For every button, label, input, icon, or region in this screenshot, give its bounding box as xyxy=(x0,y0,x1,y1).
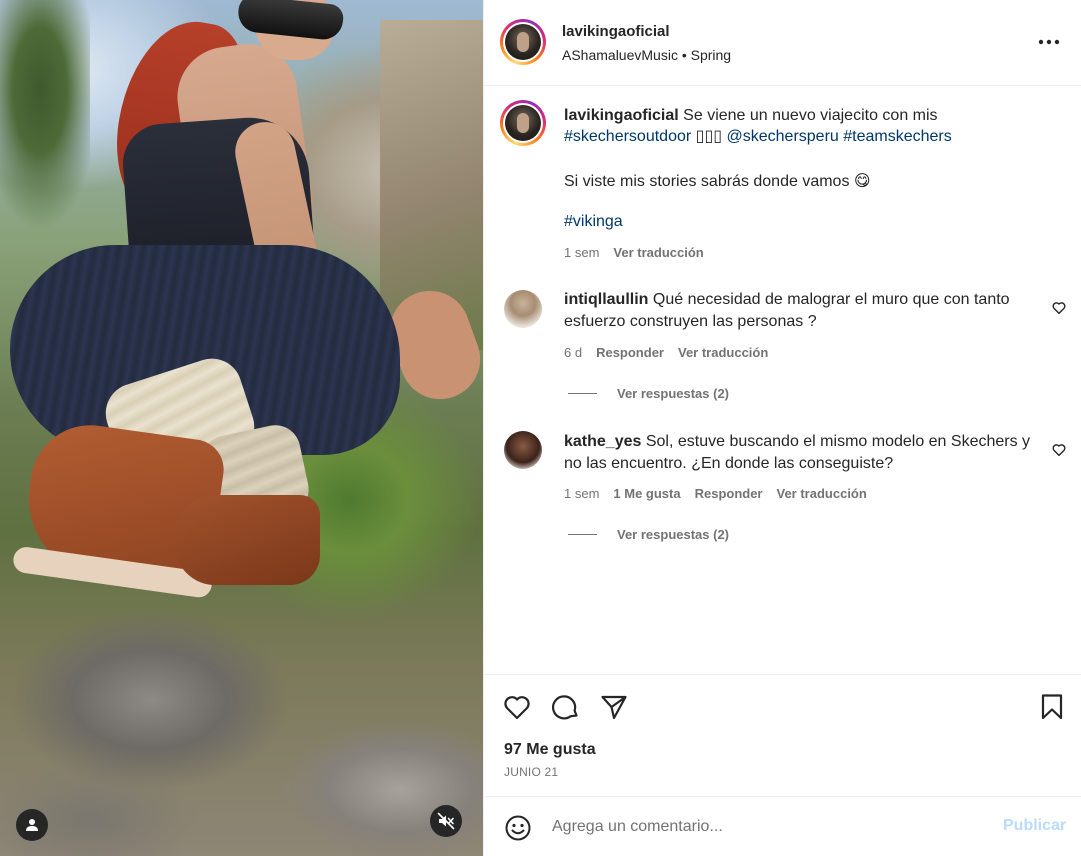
view-replies-button[interactable]: Ver respuestas (2) xyxy=(568,527,729,542)
comment-meta: 6 d Responder Ver traducción xyxy=(564,345,768,360)
replies-divider xyxy=(568,393,597,394)
caption-author-avatar[interactable] xyxy=(500,100,546,146)
comment-username[interactable]: kathe_yes xyxy=(564,433,641,450)
comment-meta: 1 sem 1 Me gusta Responder Ver traducció… xyxy=(564,486,867,501)
smiley-icon xyxy=(505,815,531,841)
paper-plane-icon xyxy=(601,695,627,720)
audio-artist-link[interactable]: AShamaluevMusic xyxy=(562,47,678,63)
caption-username[interactable]: lavikingaoficial xyxy=(564,107,679,124)
figure-sunglasses xyxy=(236,0,345,42)
caption-text: lavikingaoficial Se viene un nuevo viaje… xyxy=(564,105,1034,147)
translate-button[interactable]: Ver traducción xyxy=(777,486,867,501)
hashtag-link[interactable]: #teamskechers xyxy=(843,128,952,145)
comment-timestamp[interactable]: 1 sem xyxy=(564,486,599,501)
publish-button[interactable]: Publicar xyxy=(1003,817,1066,835)
add-comment-bar: Publicar xyxy=(484,796,1081,856)
caption-author-avatar-image xyxy=(505,105,541,141)
commenter-avatar[interactable] xyxy=(504,431,542,469)
post-details-panel: lavikingaoficial AShamaluevMusic • Sprin… xyxy=(483,0,1081,856)
bookmark-icon xyxy=(1041,694,1063,720)
tagged-users-button[interactable] xyxy=(16,809,48,841)
audio-title-link[interactable]: Spring xyxy=(691,47,731,63)
audio-info: AShamaluevMusic • Spring xyxy=(562,47,731,63)
comment-likes-count[interactable]: 1 Me gusta xyxy=(613,486,680,501)
author-avatar[interactable] xyxy=(500,19,546,65)
caption-line: Si viste mis stories sabrás donde vamos … xyxy=(564,173,871,190)
reply-button[interactable]: Responder xyxy=(695,486,763,501)
comment-bubble-icon xyxy=(552,695,578,720)
comment-text: kathe_yes Sol, estuve buscando el mismo … xyxy=(564,431,1034,475)
emoji-picker-button[interactable] xyxy=(503,813,533,843)
author-avatar-image xyxy=(505,24,541,60)
post-actions: 97 Me gusta JUNIO 21 xyxy=(484,674,1081,796)
mention-link[interactable]: @skechersperu xyxy=(727,128,839,145)
post-date: JUNIO 21 xyxy=(504,765,559,779)
heart-icon xyxy=(504,696,530,720)
caption-meta: 1 sem Ver traducción xyxy=(564,245,704,260)
post-video[interactable] xyxy=(0,0,483,856)
heart-icon xyxy=(1052,443,1066,456)
post-header: lavikingaoficial AShamaluevMusic • Sprin… xyxy=(484,0,1081,86)
yum-emoji: 😋 xyxy=(853,173,871,190)
commenter-avatar[interactable] xyxy=(504,290,542,328)
view-replies-button[interactable]: Ver respuestas (2) xyxy=(568,386,729,401)
audio-separator: • xyxy=(681,47,687,63)
mute-toggle-button[interactable] xyxy=(430,805,462,837)
translate-button[interactable]: Ver traducción xyxy=(613,245,703,260)
comment-button[interactable] xyxy=(550,691,582,723)
likes-count[interactable]: 97 Me gusta xyxy=(504,741,596,759)
caption-emoji: ▯▯▯ xyxy=(695,128,723,145)
caption-body: Se viene un nuevo viajecito con mis xyxy=(683,107,938,124)
comment-input[interactable] xyxy=(552,813,992,841)
share-button[interactable] xyxy=(598,691,630,723)
author-username[interactable]: lavikingaoficial xyxy=(562,23,670,40)
replies-divider xyxy=(568,534,597,535)
hashtag-link[interactable]: #vikinga xyxy=(564,213,623,231)
caption-timestamp[interactable]: 1 sem xyxy=(564,245,599,260)
figure-boot xyxy=(175,495,320,585)
user-icon xyxy=(26,819,38,831)
comment-timestamp[interactable]: 6 d xyxy=(564,345,582,360)
translate-button[interactable]: Ver traducción xyxy=(678,345,768,360)
like-button[interactable] xyxy=(501,691,533,723)
more-horizontal-icon xyxy=(1038,39,1060,45)
heart-icon xyxy=(1052,301,1066,314)
reply-button[interactable]: Responder xyxy=(596,345,664,360)
comment-like-button[interactable] xyxy=(1050,440,1068,458)
more-options-button[interactable] xyxy=(1034,28,1064,56)
comment-text: intiqllaullin Qué necesidad de malograr … xyxy=(564,289,1034,333)
speaker-muted-icon xyxy=(437,812,455,830)
comment-like-button[interactable] xyxy=(1050,298,1068,316)
save-button[interactable] xyxy=(1036,691,1068,723)
hashtag-link[interactable]: #skechersoutdoor xyxy=(564,128,691,145)
comment-username[interactable]: intiqllaullin xyxy=(564,291,648,308)
